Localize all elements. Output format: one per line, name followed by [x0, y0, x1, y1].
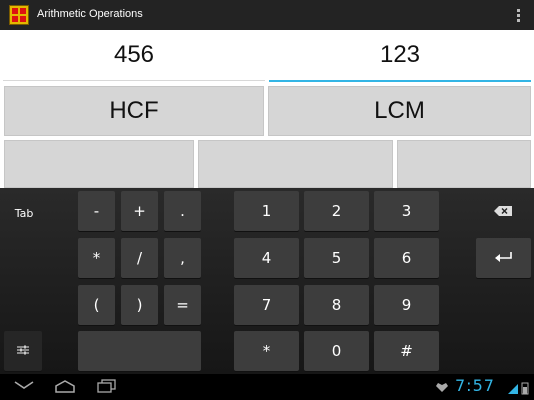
second-input-focus-underline	[269, 80, 531, 82]
recent-apps-icon[interactable]	[97, 379, 117, 393]
enter-icon	[494, 252, 512, 262]
key-asterisk[interactable]: *	[78, 238, 115, 278]
status-clock: 7:57	[455, 376, 495, 395]
key-hash[interactable]: #	[374, 331, 439, 371]
backspace-icon	[494, 206, 512, 216]
second-number-input[interactable]	[269, 30, 531, 80]
app-title: Arithmetic Operations	[37, 8, 143, 20]
key-minus[interactable]: -	[78, 191, 115, 231]
space-key[interactable]	[78, 331, 201, 371]
key-star[interactable]: *	[234, 331, 299, 371]
signal-battery-icon	[508, 382, 529, 395]
home-icon[interactable]	[54, 379, 76, 393]
key-5[interactable]: 5	[304, 238, 369, 278]
first-input-underline	[3, 80, 265, 81]
key-7[interactable]: 7	[234, 285, 299, 325]
back-icon[interactable]	[14, 380, 34, 390]
enter-key[interactable]	[476, 238, 531, 278]
app-logo-icon	[9, 5, 29, 25]
result-box-1	[4, 140, 194, 188]
key-6[interactable]: 6	[374, 238, 439, 278]
key-4[interactable]: 4	[234, 238, 299, 278]
key-open-paren[interactable]: (	[78, 285, 115, 325]
lcm-button[interactable]: LCM	[268, 86, 531, 136]
main-content: HCF LCM	[0, 30, 534, 188]
key-3[interactable]: 3	[374, 191, 439, 231]
key-2[interactable]: 2	[304, 191, 369, 231]
first-number-input[interactable]	[3, 30, 265, 80]
key-close-paren[interactable]: )	[121, 285, 158, 325]
action-bar: Arithmetic Operations	[0, 0, 534, 30]
key-9[interactable]: 9	[374, 285, 439, 325]
result-box-2	[198, 140, 393, 188]
key-1[interactable]: 1	[234, 191, 299, 231]
result-box-3	[397, 140, 531, 188]
keyboard-settings-icon	[17, 345, 29, 355]
numeric-keyboard: Tab - + . * / , ( ) = 1 2 3 4 5 6 7 8 9 …	[0, 188, 534, 374]
settings-key[interactable]	[4, 331, 42, 371]
key-period[interactable]: .	[164, 191, 201, 231]
key-8[interactable]: 8	[304, 285, 369, 325]
overflow-menu-icon[interactable]	[517, 9, 520, 22]
navigation-bar: 7:57	[0, 374, 534, 400]
key-slash[interactable]: /	[121, 238, 158, 278]
key-plus[interactable]: +	[121, 191, 158, 231]
key-0[interactable]: 0	[304, 331, 369, 371]
backspace-key[interactable]	[475, 191, 531, 231]
tab-key[interactable]: Tab	[4, 192, 44, 234]
hcf-button[interactable]: HCF	[4, 86, 264, 136]
key-equals[interactable]: =	[164, 285, 201, 325]
key-comma[interactable]: ,	[164, 238, 201, 278]
notification-heart-icon	[436, 383, 448, 392]
